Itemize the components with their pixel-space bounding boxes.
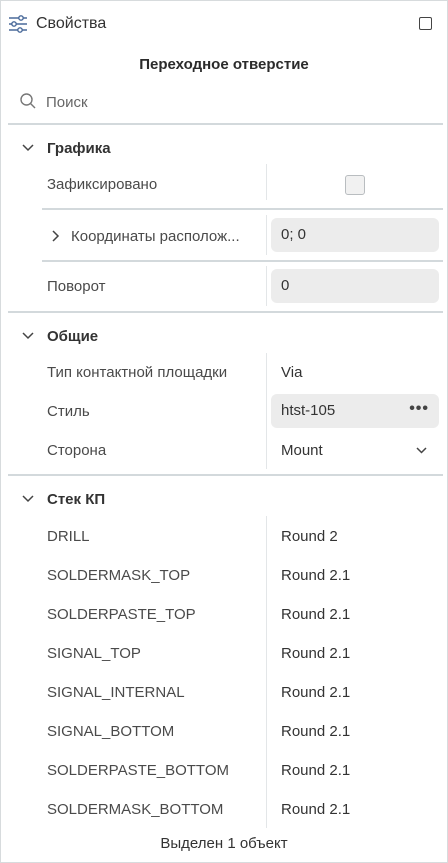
rotation-label: Поворот: [47, 278, 106, 295]
section-label: Графика: [47, 139, 111, 157]
coords-value: 0; 0: [281, 226, 307, 243]
column-divider: [266, 164, 267, 200]
chevron-down-icon[interactable]: [415, 444, 428, 457]
style-field[interactable]: htst-105 •••: [271, 394, 439, 428]
divider: [42, 208, 443, 210]
pad-type-value: Via: [281, 364, 303, 381]
list-item-value: Round 2.1: [281, 762, 351, 779]
list-item-value: Round 2.1: [281, 645, 351, 662]
object-title: Переходное отверстие: [139, 56, 309, 73]
list-item-value: Round 2.1: [281, 723, 351, 740]
chevron-right-icon: [52, 230, 60, 242]
list-item-label: SOLDERPASTE_BOTTOM: [47, 762, 229, 779]
search-icon: [20, 93, 36, 109]
divider: [8, 311, 443, 313]
column-divider: [266, 215, 267, 255]
properties-panel: Свойства Переходное отверстие Графика За…: [0, 0, 448, 863]
fixed-label: Зафиксировано: [47, 176, 158, 193]
list-item-label: DRILL: [47, 528, 90, 545]
coords-field[interactable]: 0; 0: [271, 218, 439, 252]
panel-title: Свойства: [36, 15, 107, 32]
fixed-checkbox[interactable]: [345, 175, 365, 195]
section-general-header[interactable]: Общие: [21, 325, 98, 347]
list-item-label: SIGNAL_TOP: [47, 645, 141, 662]
list-item-label: SIGNAL_INTERNAL: [47, 684, 185, 701]
list-item-value: Round 2: [281, 528, 338, 545]
list-item-label: SOLDERMASK_TOP: [47, 567, 191, 584]
status-footer: Выделен 1 объект: [160, 835, 288, 852]
section-label: Стек КП: [47, 490, 106, 508]
divider: [8, 123, 443, 125]
column-divider: [266, 516, 267, 828]
rotation-field[interactable]: 0: [271, 269, 439, 303]
side-select[interactable]: Mount: [281, 442, 323, 459]
list-item-label: SOLDERMASK_BOTTOM: [47, 801, 224, 818]
list-item-value: Round 2.1: [281, 567, 351, 584]
search-bar: [17, 89, 437, 115]
sliders-icon: [9, 15, 27, 33]
maximize-button[interactable]: [419, 17, 432, 30]
coords-label: Координаты располож...: [71, 227, 240, 245]
coords-expander[interactable]: Координаты располож...: [49, 225, 240, 247]
style-label: Стиль: [47, 403, 90, 420]
style-value: htst-105: [281, 402, 336, 419]
rotation-value: 0: [281, 277, 290, 294]
search-input[interactable]: [46, 89, 426, 115]
divider: [42, 260, 443, 262]
chevron-down-icon: [22, 495, 34, 503]
section-padstack-header[interactable]: Стек КП: [21, 488, 105, 510]
chevron-down-icon: [22, 144, 34, 152]
list-item-label: SOLDERPASTE_TOP: [47, 606, 196, 623]
section-label: Общие: [47, 327, 99, 345]
side-label: Сторона: [47, 442, 107, 459]
column-divider: [266, 353, 267, 469]
divider: [8, 474, 443, 476]
panel-header: Свойства: [1, 1, 447, 47]
more-icon[interactable]: •••: [409, 400, 429, 418]
pad-type-label: Тип контактной площадки: [47, 364, 228, 381]
list-item-value: Round 2.1: [281, 684, 351, 701]
column-divider: [266, 266, 267, 306]
list-item-label: SIGNAL_BOTTOM: [47, 723, 175, 740]
chevron-down-icon: [22, 332, 34, 340]
section-graphics-header[interactable]: Графика: [21, 137, 111, 159]
list-item-value: Round 2.1: [281, 606, 351, 623]
list-item-value: Round 2.1: [281, 801, 351, 818]
